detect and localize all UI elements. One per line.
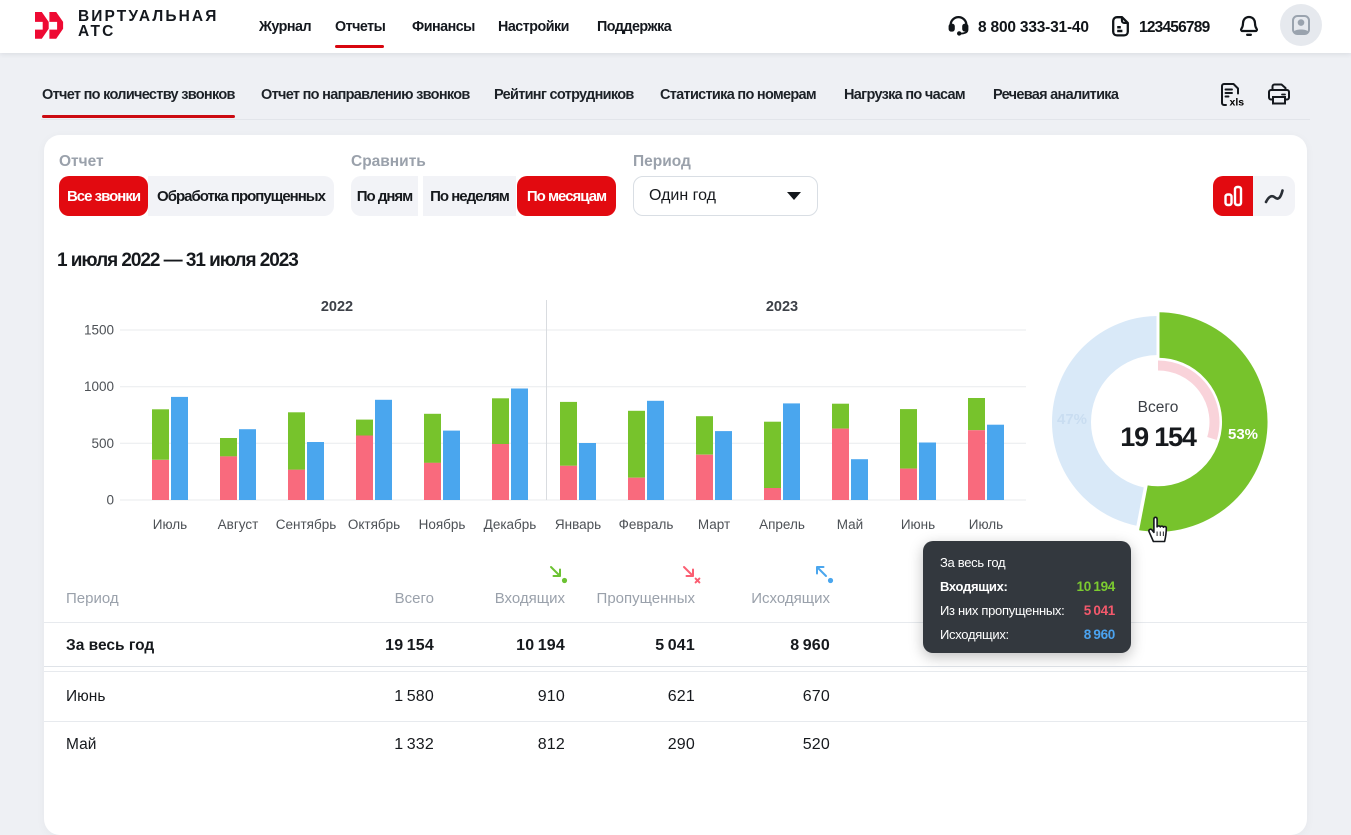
svg-text:Июль: Июль [153, 517, 187, 532]
svg-text:53%: 53% [1228, 426, 1258, 443]
svg-text:Сентябрь: Сентябрь [276, 517, 336, 532]
svg-text:19 154: 19 154 [1120, 422, 1197, 452]
svg-text:1500: 1500 [84, 323, 114, 338]
svg-text:Всего: Всего [1138, 399, 1179, 416]
svg-text:Август: Август [218, 517, 259, 532]
svg-text:500: 500 [91, 436, 114, 451]
svg-text:2023: 2023 [766, 299, 798, 315]
svg-text:Декабрь: Декабрь [484, 517, 537, 532]
svg-text:Ноябрь: Ноябрь [419, 517, 466, 532]
svg-text:Апрель: Апрель [759, 517, 805, 532]
svg-text:Март: Март [698, 517, 730, 532]
svg-text:0: 0 [106, 493, 114, 508]
svg-text:xls: xls [1230, 97, 1245, 109]
svg-text:47%: 47% [1057, 411, 1087, 428]
svg-text:1000: 1000 [84, 379, 114, 394]
svg-text:2022: 2022 [321, 299, 353, 315]
svg-text:Июнь: Июнь [901, 517, 935, 532]
svg-text:Февраль: Февраль [619, 517, 674, 532]
svg-text:Июль: Июль [969, 517, 1003, 532]
svg-text:Октябрь: Октябрь [348, 517, 400, 532]
svg-text:Январь: Январь [555, 517, 601, 532]
svg-text:Май: Май [837, 517, 863, 532]
